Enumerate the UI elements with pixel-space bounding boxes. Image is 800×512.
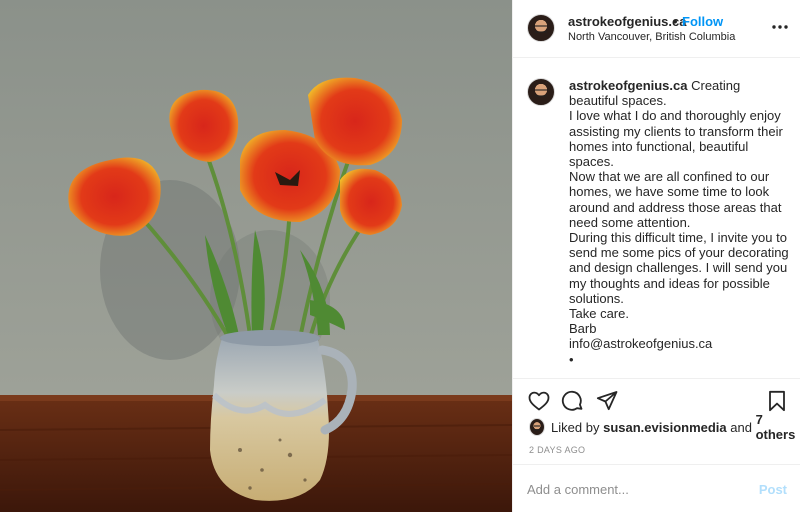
caption-line-6: Barb bbox=[569, 321, 597, 337]
bookmark-icon[interactable] bbox=[765, 389, 789, 413]
caption-line-2: I love what I do and thoroughly enjoy as… bbox=[569, 108, 783, 170]
paper-plane-icon[interactable] bbox=[595, 389, 619, 413]
caption-line-8: • bbox=[569, 351, 574, 367]
post-side-panel: astrokeofgenius.ca • Follow North Vancou… bbox=[512, 0, 800, 512]
post-comment-button[interactable]: Post bbox=[759, 482, 787, 497]
caption-line-5: Take care. bbox=[569, 306, 629, 322]
caption-line-4: During this difficult time, I invite you… bbox=[569, 230, 789, 306]
post-location[interactable]: North Vancouver, British Columbia bbox=[568, 31, 735, 43]
author-username[interactable]: astrokeofgenius.ca bbox=[568, 14, 687, 29]
comment-icon[interactable] bbox=[561, 389, 585, 413]
tulips-in-jug-image bbox=[0, 0, 512, 512]
likes-prefix: Liked by bbox=[551, 419, 604, 435]
comment-input[interactable] bbox=[527, 477, 747, 501]
likes-middle: and bbox=[726, 419, 756, 435]
caption-text: astrokeofgenius.ca Creating beautiful sp… bbox=[569, 78, 791, 367]
caption-username[interactable]: astrokeofgenius.ca bbox=[569, 78, 688, 93]
caption-author-avatar[interactable] bbox=[527, 78, 555, 106]
post-timestamp[interactable]: 2 DAYS AGO bbox=[529, 445, 585, 455]
post-photo[interactable] bbox=[0, 0, 512, 512]
more-options-icon[interactable] bbox=[771, 18, 789, 36]
follow-button[interactable]: Follow bbox=[682, 14, 723, 29]
liker-username[interactable]: susan.evisionmedia bbox=[603, 420, 727, 435]
heart-icon[interactable] bbox=[527, 389, 551, 413]
caption-line-7: info@astrokeofgenius.ca bbox=[569, 336, 713, 352]
comment-form: Post bbox=[513, 464, 800, 512]
author-avatar[interactable] bbox=[527, 14, 555, 42]
caption-area: astrokeofgenius.ca Creating beautiful sp… bbox=[513, 58, 800, 378]
header-separator: • bbox=[673, 14, 678, 29]
liker-avatar[interactable] bbox=[529, 418, 546, 436]
likes-summary: Liked by susan.evisionmedia and 7 others bbox=[529, 412, 800, 442]
caption-line-3: Now that we are all confined to our home… bbox=[569, 169, 782, 230]
likes-others-link[interactable]: 7 others bbox=[756, 412, 800, 442]
post-header: astrokeofgenius.ca • Follow North Vancou… bbox=[513, 0, 800, 58]
